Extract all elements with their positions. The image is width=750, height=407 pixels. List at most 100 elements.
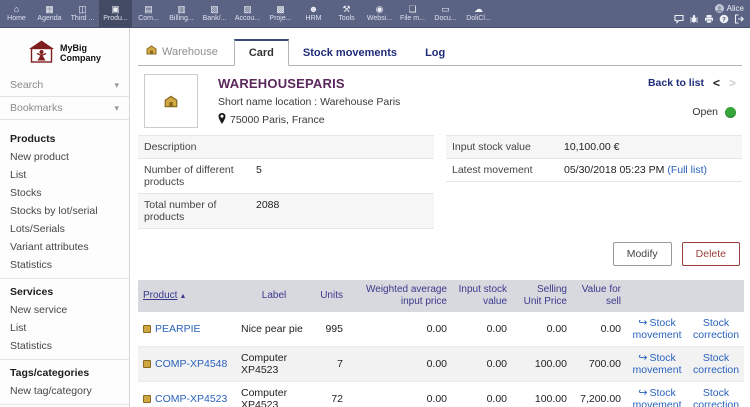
full-list-link[interactable]: (Full list) <box>667 164 707 176</box>
menu-item-billing[interactable]: ▥ Billing... <box>165 0 198 27</box>
column-header-product[interactable]: Product▲ <box>138 280 236 312</box>
bookmarks-dropdown[interactable]: Bookmarks ▾ <box>0 97 129 120</box>
product-link[interactable]: COMP-XP4548 <box>155 358 227 370</box>
menu-label: Docu... <box>434 14 456 23</box>
sidebar-item-new-product[interactable]: New product <box>0 148 129 166</box>
print-icon[interactable] <box>704 14 714 24</box>
logout-icon[interactable] <box>734 14 744 24</box>
column-header-wavg-price[interactable]: Weighted average input price <box>348 280 452 312</box>
units-value: 7 <box>312 347 348 382</box>
sidebar-item-stocks-by-lot[interactable]: Stocks by lot/serial <box>0 202 129 220</box>
topbar-right: Alice ? <box>674 0 750 27</box>
value-for-sell: 700.00 <box>572 347 626 382</box>
sidebar-item-service-statistics[interactable]: Statistics <box>0 337 129 355</box>
tab-card[interactable]: Card <box>234 39 289 66</box>
menu-item-dolicloud[interactable]: ☁ DoliCl... <box>462 0 495 27</box>
products-table: Product▲ Label Units Weighted average in… <box>138 280 744 407</box>
movement-arrow-icon: ↪ <box>638 317 647 329</box>
sidebar-item-variant-attributes[interactable]: Variant attributes <box>0 238 129 256</box>
section-title-services: Services <box>0 279 129 301</box>
menu-item-tools[interactable]: ⚒ Tools <box>330 0 363 27</box>
menu-item-documents[interactable]: ▭ Docu... <box>429 0 462 27</box>
sidebar-section-tags: Tags/categories New tag/category <box>0 359 129 400</box>
menu-label: Agenda <box>37 14 61 23</box>
company-name: MyBig Company <box>60 43 101 63</box>
menu-item-products[interactable]: ▣ Produ... <box>99 0 132 27</box>
sidebar-item-product-list[interactable]: List <box>0 166 129 184</box>
delete-button[interactable]: Delete <box>682 242 740 266</box>
sidebar-item-product-statistics[interactable]: Statistics <box>0 256 129 274</box>
column-header-input-stock-value[interactable]: Input stock value <box>452 280 512 312</box>
menu-item-file-manager[interactable]: ❏ File m... <box>396 0 429 27</box>
status-line: Open <box>648 106 736 118</box>
product-label: Computer XP4523 <box>236 347 312 382</box>
menu-item-bank[interactable]: ▧ Bank/... <box>198 0 231 27</box>
accounting-icon: ▨ <box>243 4 252 14</box>
back-to-list-link[interactable]: Back to list <box>648 77 704 89</box>
tools-icon: ⚒ <box>342 4 350 14</box>
movement-arrow-icon: ↪ <box>638 387 647 399</box>
sidebar-item-stocks[interactable]: Stocks <box>0 184 129 202</box>
stock-correction-link[interactable]: Stock correction <box>693 317 739 341</box>
modify-button[interactable]: Modify <box>613 242 672 266</box>
selling-price-value: 100.00 <box>512 347 572 382</box>
stock-correction-link[interactable]: Stock correction <box>693 352 739 376</box>
search-label: Search <box>10 79 43 91</box>
table-row: COMP-XP4523 Computer XP4523 72 0.00 0.00… <box>138 382 744 407</box>
menu-label: Home <box>7 14 26 23</box>
left-sidebar: MyBig Company Search ▾ Bookmarks ▾ Produ… <box>0 28 130 407</box>
help-icon[interactable]: ? <box>719 14 729 24</box>
table-header-row: Product▲ Label Units Weighted average in… <box>138 280 744 312</box>
column-header-value-for-sell[interactable]: Value for sell <box>572 280 626 312</box>
warehouse-photo-box <box>144 74 198 128</box>
bank-icon: ▧ <box>210 4 219 14</box>
units-value: 995 <box>312 312 348 347</box>
selling-price-value: 100.00 <box>512 382 572 407</box>
search-dropdown[interactable]: Search ▾ <box>0 74 129 97</box>
website-icon: ◉ <box>376 4 384 14</box>
menu-label: Bank/... <box>203 14 227 23</box>
table-row: PEARPIE Nice pear pie 995 0.00 0.00 0.00… <box>138 312 744 347</box>
hrm-icon: ☻ <box>309 4 318 14</box>
menu-item-home[interactable]: ⌂ Home <box>0 0 33 27</box>
menu-item-commerce[interactable]: ▤ Com... <box>132 0 165 27</box>
user-menu[interactable]: Alice <box>715 4 744 13</box>
avatar <box>715 4 724 13</box>
sidebar-item-new-service[interactable]: New service <box>0 301 129 319</box>
detail-row-nb-products: Number of different products 5 <box>138 159 434 194</box>
menu-item-agenda[interactable]: ▦ Agenda <box>33 0 66 27</box>
warehouse-icon <box>146 45 157 58</box>
product-label: Nice pear pie <box>236 312 312 347</box>
wavg-value: 0.00 <box>348 382 452 407</box>
sidebar-item-service-list[interactable]: List <box>0 319 129 337</box>
previous-record-icon[interactable]: < <box>713 76 720 90</box>
column-header-selling-unit-price[interactable]: Selling Unit Price <box>512 280 572 312</box>
tab-log[interactable]: Log <box>411 41 459 65</box>
menu-item-hrm[interactable]: ☻ HRM <box>297 0 330 27</box>
warehouse-icon <box>164 95 178 108</box>
section-title-tags: Tags/categories <box>0 360 129 382</box>
sidebar-item-lots-serials[interactable]: Lots/Serials <box>0 220 129 238</box>
menu-item-projects[interactable]: ▩ Proje... <box>264 0 297 27</box>
bug-icon[interactable] <box>689 14 699 24</box>
column-header-label[interactable]: Label <box>236 280 312 312</box>
value-for-sell: 7,200.00 <box>572 382 626 407</box>
sidebar-item-new-tag[interactable]: New tag/category <box>0 382 129 400</box>
stock-correction-link[interactable]: Stock correction <box>693 387 739 407</box>
main-menu: ⌂ Home ▦ Agenda ◫ Third ... ▣ Produ... ▤… <box>0 0 495 27</box>
column-header-units[interactable]: Units <box>312 280 348 312</box>
table-row: COMP-XP4548 Computer XP4523 7 0.00 0.00 … <box>138 347 744 382</box>
detail-tables: Description Number of different products… <box>138 135 742 229</box>
chevron-down-icon: ▾ <box>114 103 119 114</box>
product-link[interactable]: COMP-XP4523 <box>155 393 227 405</box>
chat-icon[interactable] <box>674 14 684 24</box>
menu-item-website[interactable]: ◉ Websi... <box>363 0 396 27</box>
tab-stock-movements[interactable]: Stock movements <box>289 41 411 65</box>
detail-row-total-products: Total number of products 2088 <box>138 194 434 229</box>
menu-item-third-parties[interactable]: ◫ Third ... <box>66 0 99 27</box>
user-name: Alice <box>727 4 744 13</box>
action-buttons: Modify Delete <box>138 242 740 266</box>
product-link[interactable]: PEARPIE <box>155 323 201 335</box>
menu-item-accounting[interactable]: ▨ Accou... <box>231 0 264 27</box>
menu-label: Billing... <box>169 14 194 23</box>
